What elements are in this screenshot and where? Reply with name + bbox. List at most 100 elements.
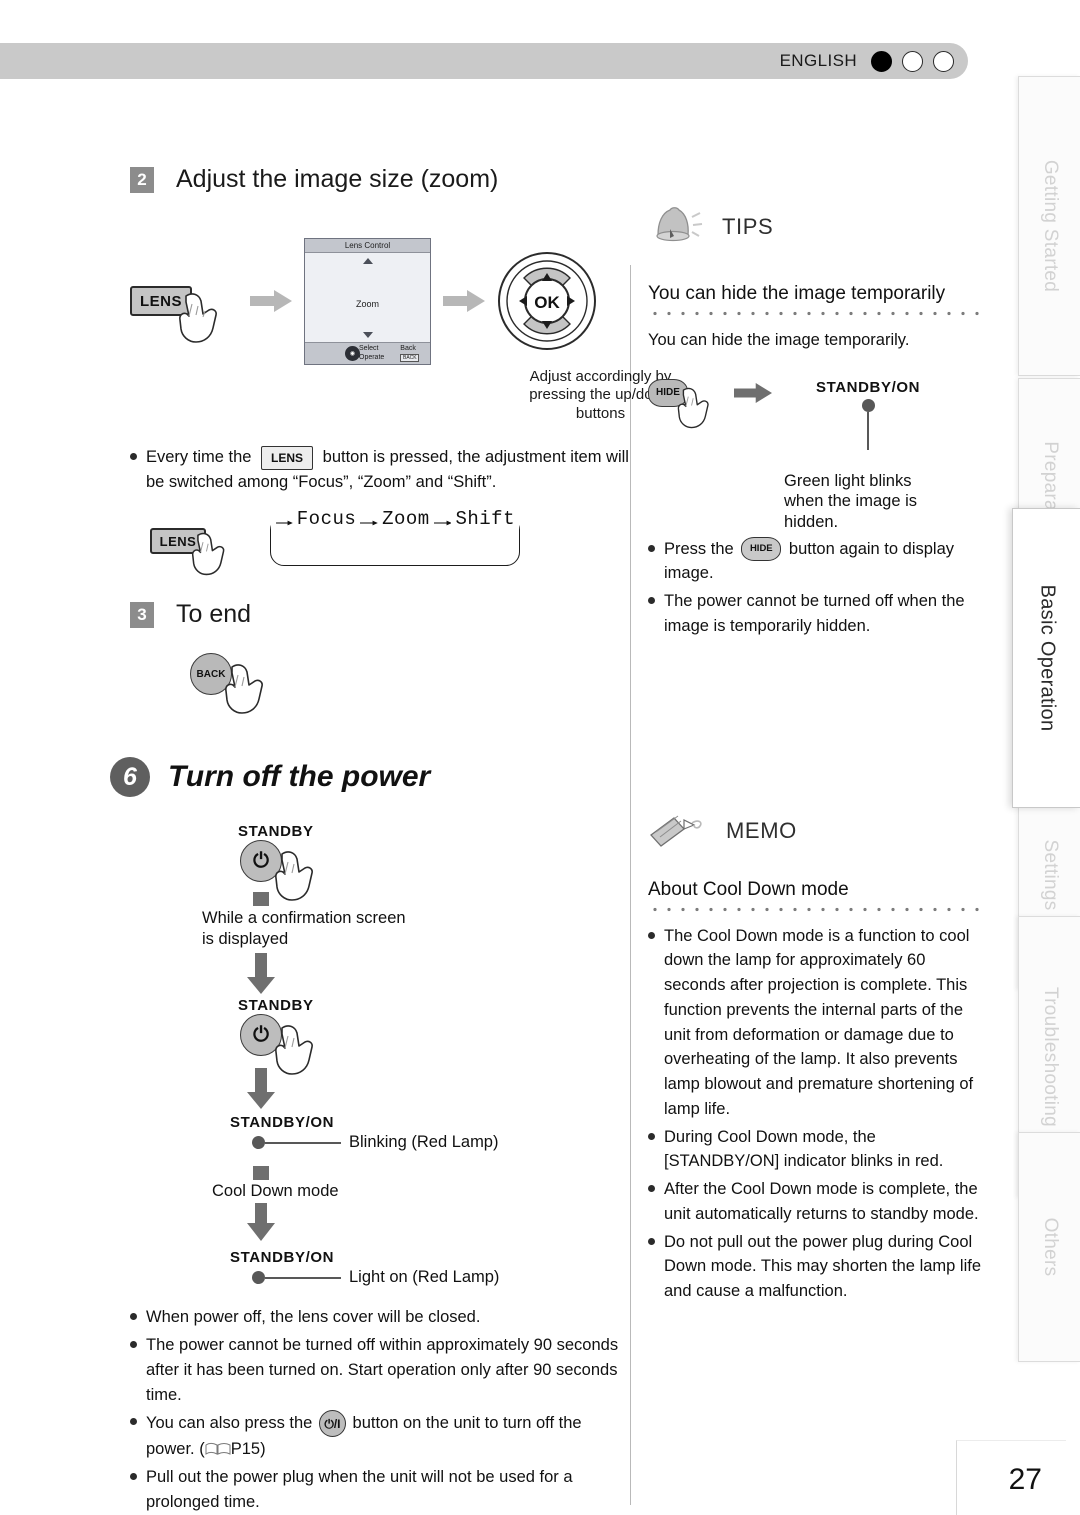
flow-label-standby-on-1: STANDBY/ON	[230, 1114, 335, 1132]
loop-item-shift: Shift	[455, 508, 515, 531]
flow-label-standby-2: STANDBY	[238, 997, 314, 1015]
indicator-row-2: Light on (Red Lamp)	[252, 1268, 630, 1287]
bullet-90-seconds: The power cannot be turned off within ap…	[130, 1333, 630, 1407]
step-6-heading: 6 Turn off the power	[110, 757, 630, 798]
osd-foot-back: Back	[400, 345, 416, 353]
lens-button-group-2[interactable]: LENS	[150, 528, 240, 576]
standby-button-group-2[interactable]: ⏻	[240, 1014, 360, 1076]
step-3-title: To end	[176, 600, 252, 629]
bullet-unplug: Pull out the power plug when the unit wi…	[130, 1465, 630, 1515]
tab-getting-started-label: Getting Started	[1039, 159, 1061, 293]
osd-arrow-down-icon	[362, 331, 373, 338]
led-indicator-2	[252, 1271, 265, 1285]
bullet-power-pre: You can also press the	[146, 1414, 313, 1433]
tab-basic-operation[interactable]: Basic Operation	[1012, 508, 1080, 808]
led-indicator-1	[252, 1136, 265, 1150]
memo-divider	[648, 906, 988, 912]
arrow-right-icon-2	[443, 288, 485, 314]
bullet-dot	[648, 1132, 655, 1140]
standby-on-indicator-group: STANDBY/ON	[816, 379, 920, 450]
step-3-number: 3	[130, 601, 154, 628]
standby-button-1[interactable]: ⏻	[240, 840, 282, 883]
tab-others[interactable]: Others	[1018, 1132, 1080, 1362]
standby-button-group-1[interactable]: ⏻	[240, 840, 360, 902]
indicator-note-blinking: Blinking (Red Lamp)	[349, 1133, 499, 1152]
arrow-icon-loop-1	[360, 513, 379, 526]
zoom-adjust-diagram: LENS Lens Control Zoom ◉ Select Operate …	[130, 236, 630, 366]
tab-troubleshooting-label: Troubleshooting	[1039, 986, 1061, 1128]
back-button-group[interactable]: BACK	[190, 653, 310, 717]
note-part1: Every time the	[146, 447, 252, 466]
flow-connector-2	[253, 1166, 269, 1181]
hide-button[interactable]: HIDE	[648, 378, 688, 407]
bullet-power-page[interactable]: P15	[231, 1440, 260, 1458]
lens-inline-button[interactable]: LENS	[261, 445, 314, 470]
page-number: 27	[1008, 1463, 1042, 1496]
arrow-icon-loop-start	[275, 513, 293, 526]
osd-foot-backkey: BACK	[400, 353, 420, 362]
tips-header: TIPS	[648, 205, 988, 249]
language-dot-2	[902, 50, 923, 72]
bullet-returns-standby: After the Cool Down mode is complete, th…	[648, 1177, 988, 1227]
osd-foot-operate: Operate	[359, 354, 385, 361]
step-2-notes: Every time the LENS button is pressed, t…	[130, 445, 630, 495]
lens-button-2[interactable]: LENS	[150, 528, 206, 555]
step-3-heading: 3 To end	[130, 600, 630, 629]
bullet-dot	[648, 1237, 655, 1245]
bullet-indicator-blinks: During Cool Down mode, the [STANDBY/ON] …	[648, 1125, 988, 1175]
power-button-inline-icon[interactable]: ⏻/I	[318, 1410, 346, 1438]
book-reference-icon	[205, 1439, 231, 1456]
standby-button-2[interactable]: ⏻	[240, 1014, 282, 1057]
osd-foot-select: Select	[359, 344, 379, 352]
bullet-dot	[130, 1313, 137, 1321]
bullet-press-hide: Press the HIDE button again to display i…	[648, 537, 988, 587]
power-icon-2: ⏻	[253, 1024, 269, 1047]
manual-page: ENGLISH Getting Started Preparation Basi…	[0, 0, 1080, 1515]
indicator-note-light-on: Light on (Red Lamp)	[349, 1268, 500, 1287]
bullet-unit-power-button: You can also press the ⏻/I button on the…	[130, 1410, 630, 1462]
indicator-row-1: Blinking (Red Lamp)	[252, 1133, 630, 1152]
arrow-icon-loop-2	[433, 513, 452, 526]
tips-indicator-label: STANDBY/ON	[816, 378, 921, 396]
lens-button-group[interactable]: LENS	[130, 286, 240, 343]
bullet-unplug-text: Pull out the power plug when the unit wi…	[146, 1468, 573, 1511]
page-content: 2 Adjust the image size (zoom) LENS Lens…	[0, 95, 1000, 1511]
bullet-dot	[130, 1341, 137, 1349]
language-dot-3	[933, 50, 954, 72]
language-dot-1	[871, 50, 892, 72]
power-icon-1: ⏻	[253, 850, 269, 873]
bullet-do-not-unplug: Do not pull out the power plug during Co…	[648, 1230, 988, 1304]
power-off-flow: STANDBY ⏻ While a confirmation screen is…	[130, 823, 630, 1287]
bullet-dot	[648, 597, 655, 605]
memo-subtitle: About Cool Down mode	[648, 878, 849, 900]
led-indicator-green	[861, 398, 875, 412]
osd-footer: ◉ Select Operate Back BACK	[305, 341, 430, 364]
dpad-control[interactable]: OK	[497, 251, 597, 351]
bullet-dot	[648, 544, 655, 552]
back-button[interactable]: BACK	[190, 653, 232, 696]
tips-body: You can hide the image temporarily.	[648, 331, 910, 349]
step-6-title: Turn off the power	[168, 760, 431, 794]
osd-knob-icon: ◉	[345, 345, 360, 361]
led-leader-line-1	[265, 1141, 341, 1144]
step-2-title: Adjust the image size (zoom)	[176, 165, 499, 193]
bullet-lens-cycle: Every time the LENS button is pressed, t…	[130, 445, 630, 495]
tab-getting-started[interactable]: Getting Started	[1018, 76, 1080, 376]
lens-button[interactable]: LENS	[130, 286, 192, 316]
flow-connector-1	[253, 892, 269, 907]
section-tabs: Getting Started Preparation Basic Operat…	[1000, 76, 1080, 1406]
led-leader-line-vertical	[866, 411, 870, 450]
svg-text:OK: OK	[534, 293, 560, 312]
hide-inline-button[interactable]: HIDE	[741, 537, 782, 562]
left-column: 2 Adjust the image size (zoom) LENS Lens…	[110, 165, 672, 1515]
pencil-icon	[648, 813, 710, 849]
hide-button-group[interactable]: HIDE	[648, 378, 734, 428]
osd-arrow-up-icon	[362, 257, 373, 264]
bullet-lens-cover-text: When power off, the lens cover will be c…	[146, 1308, 481, 1327]
tips-indicator-note: Green light blinks when the image is hid…	[784, 471, 917, 531]
tips-subtitle: You can hide the image temporarily	[648, 283, 946, 304]
led-leader-line-2	[265, 1276, 341, 1279]
bullet-indicator-blinks-text: During Cool Down mode, the [STANDBY/ON] …	[664, 1127, 944, 1171]
bullet-cooldown-function: The Cool Down mode is a function to cool…	[648, 924, 988, 1122]
osd-title: Lens Control	[305, 238, 430, 253]
